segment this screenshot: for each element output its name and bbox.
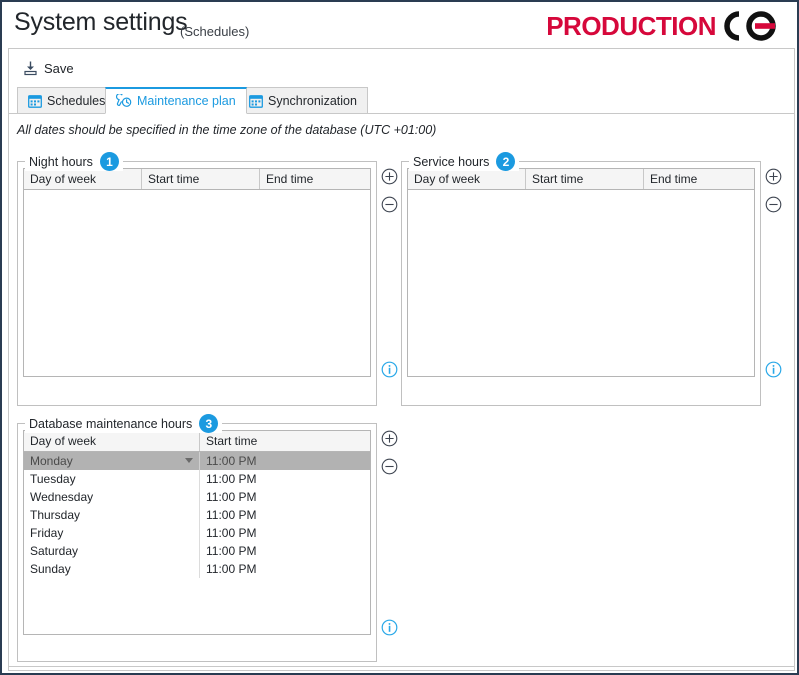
save-button-label: Save	[44, 60, 74, 76]
service-hours-remove-button[interactable]	[765, 196, 782, 213]
cell-day-of-week[interactable]: Saturday	[24, 542, 200, 560]
page-title: System settings	[14, 8, 188, 36]
night-hours-info-button[interactable]	[381, 361, 398, 378]
section-night-hours-label: Night hours 1	[25, 152, 123, 171]
column-header-end-time[interactable]: End time	[260, 169, 370, 189]
table-row[interactable]: Monday 11:00 PM	[24, 452, 370, 470]
database-maintenance-hours-remove-button[interactable]	[381, 458, 398, 475]
wrench-clock-icon	[116, 94, 132, 108]
tab-synchronization[interactable]: Synchronization	[238, 87, 368, 114]
night-hours-add-button[interactable]	[381, 168, 398, 185]
section-database-maintenance-hours-label: Database maintenance hours 3	[25, 414, 223, 433]
service-hours-info-button[interactable]	[765, 361, 782, 378]
section-service-hours-title: Service hours	[413, 154, 490, 169]
application-window: System settings (Schedules) PRODUCTION S…	[0, 0, 799, 675]
section-night-hours-title: Night hours	[29, 154, 93, 169]
section-database-maintenance-hours-title: Database maintenance hours	[29, 416, 193, 431]
timezone-note: All dates should be specified in the tim…	[17, 123, 437, 137]
cell-start-time[interactable]: 11:00 PM	[200, 542, 370, 560]
status-bar	[8, 666, 795, 671]
table-row[interactable]: Wednesday 11:00 PM	[24, 488, 370, 506]
table-row[interactable]: Tuesday 11:00 PM	[24, 470, 370, 488]
table-row[interactable]: Thursday 11:00 PM	[24, 506, 370, 524]
cell-start-time[interactable]: 11:00 PM	[200, 452, 370, 470]
cell-start-time[interactable]: 11:00 PM	[200, 506, 370, 524]
calendar-icon	[249, 94, 263, 108]
logo-text: PRODUCTION	[546, 10, 716, 41]
night-hours-grid-header: Day of week Start time End time	[24, 169, 370, 190]
cell-start-time[interactable]: 11:00 PM	[200, 560, 370, 578]
cell-day-of-week[interactable]: Thursday	[24, 506, 200, 524]
section-service-hours: Service hours 2 Day of week Start time E…	[401, 152, 782, 406]
table-row[interactable]: Saturday 11:00 PM	[24, 542, 370, 560]
calendar-icon	[28, 94, 42, 108]
night-hours-grid[interactable]: Day of week Start time End time	[23, 168, 371, 377]
cell-start-time[interactable]: 11:00 PM	[200, 524, 370, 542]
tab-schedules-label: Schedules	[47, 93, 106, 108]
cell-day-of-week[interactable]: Monday	[24, 452, 200, 470]
save-button[interactable]: Save	[17, 55, 80, 81]
column-header-day-of-week[interactable]: Day of week	[408, 169, 526, 189]
database-maintenance-hours-grid[interactable]: Day of week Start time Monday 11:00 PM Tue…	[23, 430, 371, 635]
badge-2: 2	[496, 152, 516, 171]
table-row[interactable]: Sunday 11:00 PM	[24, 560, 370, 578]
database-maintenance-hours-info-button[interactable]	[381, 619, 398, 636]
cell-day-of-week[interactable]: Friday	[24, 524, 200, 542]
tab-maintenance-plan[interactable]: Maintenance plan	[105, 87, 247, 114]
cell-day-of-week[interactable]: Sunday	[24, 560, 200, 578]
content-panel: Save Schedules Maintenance plan Synchron…	[8, 48, 795, 669]
column-header-end-time[interactable]: End time	[644, 169, 754, 189]
tab-schedules[interactable]: Schedules	[17, 87, 117, 114]
column-header-start-time[interactable]: Start time	[526, 169, 644, 189]
column-header-day-of-week[interactable]: Day of week	[24, 169, 142, 189]
cell-start-time[interactable]: 11:00 PM	[200, 470, 370, 488]
service-hours-add-button[interactable]	[765, 168, 782, 185]
cell-day-of-week[interactable]: Wednesday	[24, 488, 200, 506]
badge-3: 3	[199, 414, 219, 433]
settings-body: All dates should be specified in the tim…	[9, 114, 794, 668]
interlocking-rings-logo-icon	[719, 10, 781, 42]
tab-maintenance-plan-label: Maintenance plan	[137, 94, 236, 108]
database-maintenance-hours-add-button[interactable]	[381, 430, 398, 447]
column-header-day-of-week[interactable]: Day of week	[24, 431, 200, 451]
cell-day-of-week[interactable]: Tuesday	[24, 470, 200, 488]
save-icon	[23, 60, 38, 76]
tab-synchronization-label: Synchronization	[268, 93, 357, 108]
service-hours-grid[interactable]: Day of week Start time End time	[407, 168, 755, 377]
table-row[interactable]: Friday 11:00 PM	[24, 524, 370, 542]
tab-strip: Schedules Maintenance plan Synchronizati…	[9, 87, 794, 114]
toolbar: Save	[9, 49, 794, 87]
night-hours-remove-button[interactable]	[381, 196, 398, 213]
badge-1: 1	[99, 152, 119, 171]
cell-start-time[interactable]: 11:00 PM	[200, 488, 370, 506]
chevron-down-icon[interactable]	[185, 458, 193, 463]
section-night-hours: Night hours 1 Day of week Start time End…	[17, 152, 398, 406]
database-maintenance-hours-grid-header: Day of week Start time	[24, 431, 370, 452]
brand-logo: PRODUCTION	[546, 9, 781, 43]
database-maintenance-hours-grid-body[interactable]: Monday 11:00 PM Tuesday 11:00 PM Wednesday 11…	[24, 452, 370, 578]
column-header-start-time[interactable]: Start time	[142, 169, 260, 189]
section-service-hours-label: Service hours 2	[409, 152, 520, 171]
section-database-maintenance-hours: Database maintenance hours 3 Day of week…	[17, 414, 398, 662]
page-subtitle: (Schedules)	[180, 24, 250, 39]
title-bar: System settings (Schedules) PRODUCTION	[2, 2, 797, 48]
service-hours-grid-header: Day of week Start time End time	[408, 169, 754, 190]
column-header-start-time[interactable]: Start time	[200, 431, 370, 451]
